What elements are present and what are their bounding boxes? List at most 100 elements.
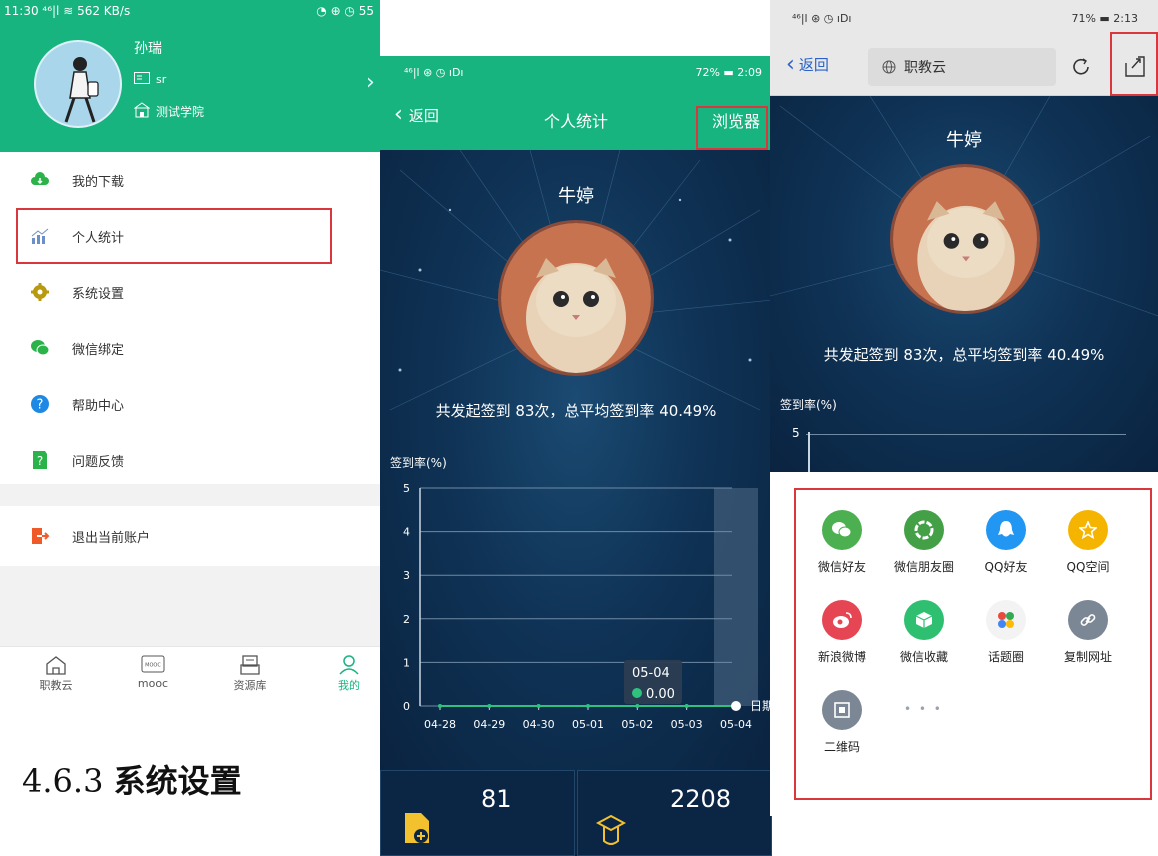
feedback-icon: ?	[33, 451, 47, 469]
status-right: 72% ▬ 2:09	[695, 66, 762, 79]
logout-button[interactable]: 退出当前账户	[0, 506, 380, 566]
student-name: 牛婷	[946, 130, 982, 151]
data-point	[586, 704, 590, 708]
menu-item-wechat[interactable]: 微信绑定	[0, 320, 380, 376]
data-point	[684, 704, 689, 708]
heading-title: 系统设置	[113, 762, 242, 800]
back-button[interactable]: ‹ 返回	[786, 51, 829, 77]
tooltip-value: 0.00	[646, 687, 675, 702]
data-point	[438, 704, 442, 708]
bottom-tab-bar: 职教云 MOOC mooc 资源库 我的	[0, 646, 380, 706]
cat-avatar	[890, 164, 1040, 314]
y-tick-label: 0	[403, 700, 410, 713]
user-id-row: sr	[134, 72, 166, 87]
data-point-highlighted	[731, 701, 741, 711]
highlight-box-browser	[696, 106, 768, 150]
stats-panel: ⁴⁶|l ⊛ ◷ ıDı 72% ▬ 2:09 ‹ 返回 个人统计 浏览器 牛婷	[380, 56, 772, 856]
home-icon	[46, 656, 66, 675]
logout-label: 退出当前账户	[72, 530, 151, 546]
stat-value: 81	[481, 785, 512, 813]
x-tick-label: 05-03	[671, 718, 703, 731]
section-divider	[0, 484, 380, 506]
menu-item-feedback[interactable]: ? 问题反馈	[0, 432, 380, 488]
x-tick-label: 05-04	[720, 718, 752, 731]
wechat-icon	[31, 340, 50, 356]
school-icon	[133, 102, 151, 121]
gear-icon	[31, 283, 49, 301]
data-point	[487, 704, 492, 708]
tab-label: mooc	[137, 677, 169, 690]
x-axis-label: 日期	[750, 699, 772, 713]
tab-resources[interactable]: 资源库	[215, 655, 285, 693]
url-title: 职教云	[904, 60, 946, 76]
avatar	[34, 40, 122, 128]
graduation-icon	[596, 814, 626, 845]
data-point	[536, 704, 541, 708]
id-card-icon	[134, 72, 150, 87]
page-background: 牛婷 共发起签到 83次，总平均签到率 40.49% 签到率(%) 5	[770, 96, 1158, 472]
chart-ylabel: 签到率(%)	[390, 456, 447, 470]
profile-header[interactable]: 11:30 ⁴⁶|l ≋ 562 KB/s ◔ ⊕ ◷ 55 孙瑞 sr 测试学…	[0, 0, 380, 152]
data-point	[635, 704, 640, 708]
empty-area	[0, 566, 380, 646]
menu-label: 问题反馈	[72, 454, 125, 470]
mooc-badge: MOOC	[145, 663, 161, 669]
tab-label: 资源库	[233, 679, 267, 692]
help-icon: ?	[31, 395, 49, 413]
user-id: sr	[156, 73, 167, 86]
back-label: 返回	[798, 56, 829, 74]
stat-card-signins[interactable]: 81	[380, 770, 575, 856]
highlight-box-share-sheet	[794, 488, 1152, 800]
stat-card-students[interactable]: 2208	[577, 770, 772, 856]
tab-label: 我的	[338, 679, 360, 692]
tab-mine[interactable]: 我的	[314, 655, 380, 693]
status-bar: 11:30 ⁴⁶|l ≋ 562 KB/s ◔ ⊕ ◷ 55	[0, 0, 380, 22]
school-name: 测试学院	[156, 105, 205, 119]
status-right: ◔ ⊕ ◷ 55	[316, 4, 374, 18]
browser-nav-bar: ‹ 返回 职教云	[770, 40, 1158, 96]
profile-panel: 11:30 ⁴⁶|l ≋ 562 KB/s ◔ ⊕ ◷ 55 孙瑞 sr 测试学…	[0, 0, 380, 720]
y-tick-label: 2	[403, 613, 410, 626]
status-bar: ⁴⁶|l ⊛ ◷ ıDı 72% ▬ 2:09	[380, 56, 772, 90]
menu-label: 系统设置	[72, 286, 125, 302]
tab-mooc[interactable]: MOOC mooc	[118, 655, 188, 690]
student-name: 牛婷	[558, 186, 594, 207]
globe-icon	[882, 60, 896, 74]
url-bar[interactable]: 职教云	[868, 48, 1056, 86]
cloud-download-icon	[31, 172, 49, 185]
chevron-right-icon[interactable]: ›	[366, 70, 375, 95]
menu-item-downloads[interactable]: 我的下载	[0, 152, 380, 208]
heading-number: 4.6.3	[22, 762, 104, 800]
y-tick-label: 5	[403, 482, 410, 495]
menu-label: 微信绑定	[72, 342, 125, 358]
highlight-band	[714, 488, 758, 706]
chevron-left-icon: ‹	[786, 51, 795, 77]
chart-y-axis	[808, 432, 810, 472]
menu-item-settings[interactable]: 系统设置	[0, 264, 380, 320]
section-heading: 4.6.3 系统设置	[22, 756, 242, 802]
tab-home[interactable]: 职教云	[21, 655, 91, 693]
stat-value: 2208	[670, 785, 732, 813]
mooc-icon: MOOC	[141, 655, 165, 673]
chart-gridline	[806, 434, 1126, 435]
x-tick-label: 05-02	[621, 718, 653, 731]
cat-avatar	[498, 220, 654, 376]
x-tick-label: 05-01	[572, 718, 604, 731]
chart-ylabel: 签到率(%)	[780, 398, 837, 412]
tooltip-label: 05-04	[632, 666, 670, 681]
school-row: 测试学院	[133, 102, 205, 121]
tooltip-marker	[632, 688, 642, 698]
menu-label: 我的下载	[72, 174, 125, 190]
refresh-icon[interactable]	[1070, 56, 1092, 78]
stats-row: 81 2208	[380, 770, 772, 856]
status-bar: ⁴⁶|l ⊛ ◷ ıDı 71% ▬ 2:13	[770, 0, 1158, 40]
status-left: 11:30 ⁴⁶|l ≋ 562 KB/s	[4, 4, 131, 18]
svg-text:?: ?	[37, 398, 44, 413]
y-tick-label: 3	[403, 569, 410, 582]
status-right: 71% ▬ 2:13	[1071, 12, 1138, 25]
status-left: ⁴⁶|l ⊛ ◷ ıDı	[404, 66, 464, 79]
y-tick-label: 1	[403, 656, 410, 669]
menu-item-help[interactable]: ? 帮助中心	[0, 376, 380, 432]
summary-text: 共发起签到 83次，总平均签到率 40.49%	[823, 346, 1105, 364]
highlight-box-share	[1110, 32, 1158, 96]
